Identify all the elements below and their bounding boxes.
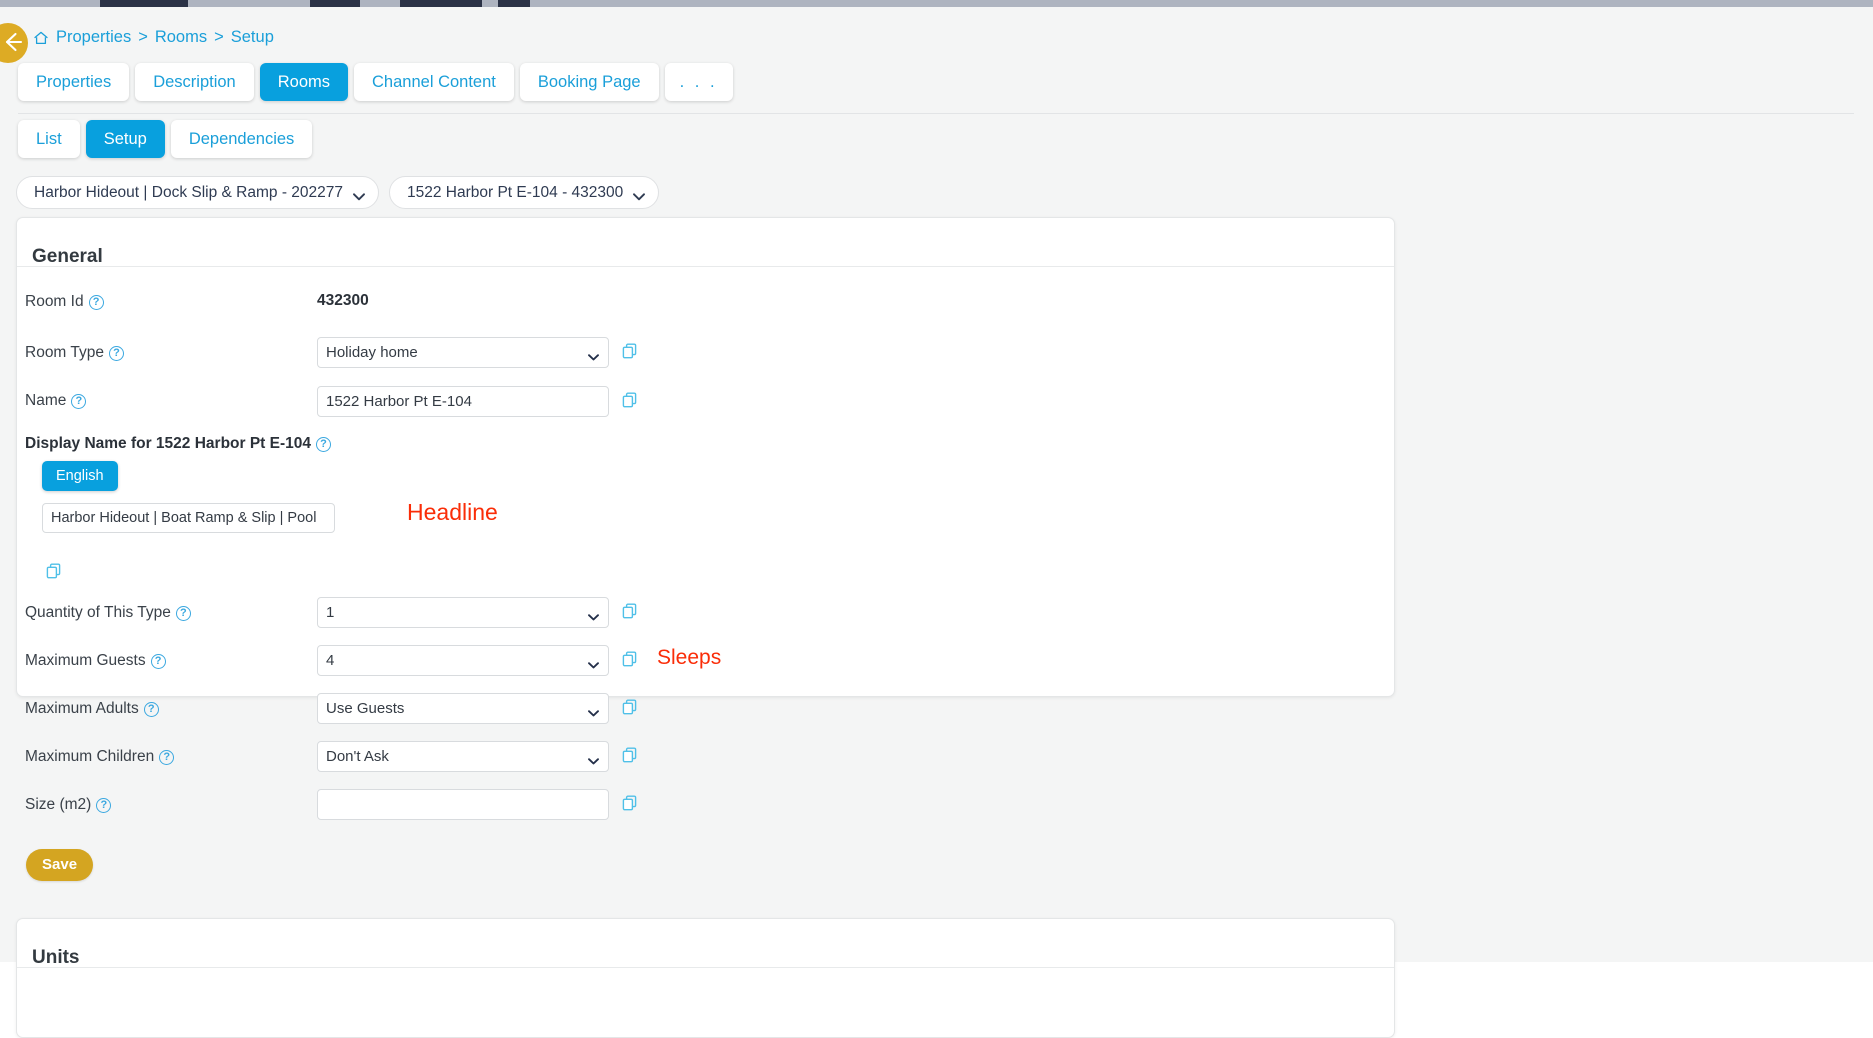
subtab-list[interactable]: List — [18, 120, 80, 158]
tab-more-overflow[interactable]: . . . — [664, 63, 733, 101]
primary-tab-bar: Properties Description Rooms Channel Con… — [18, 63, 733, 101]
arrow-left-icon — [5, 32, 23, 52]
max-children-select[interactable]: Don't Ask — [317, 741, 609, 772]
question-circle-icon[interactable]: ? — [143, 701, 159, 717]
subtab-dependencies[interactable]: Dependencies — [170, 120, 313, 158]
tab-description[interactable]: Description — [135, 63, 254, 101]
tab-channel-content[interactable]: Channel Content — [354, 63, 514, 101]
question-circle-icon[interactable]: ? — [175, 605, 191, 621]
display-name-label: Display Name for 1522 Harbor Pt E-104 ? — [25, 435, 332, 453]
tab-bar-divider — [18, 113, 1854, 114]
breadcrumb-item-properties[interactable]: Properties — [56, 28, 131, 47]
max-children-label-text: Maximum Children — [25, 748, 155, 765]
max-adults-label: Maximum Adults ? — [25, 700, 159, 718]
copy-icon[interactable] — [622, 343, 638, 359]
name-input[interactable] — [317, 386, 609, 417]
panel-header-divider — [17, 266, 1394, 267]
room-id-label-text: Room Id — [25, 293, 84, 310]
headline-annotation: Headline — [407, 499, 498, 525]
language-tab-english[interactable]: English — [42, 461, 118, 491]
quantity-select[interactable]: 1 — [317, 597, 609, 628]
secondary-tab-bar: List Setup Dependencies — [18, 120, 313, 158]
breadcrumb-separator: > — [214, 28, 224, 46]
room-type-select[interactable]: Holiday home — [317, 337, 609, 368]
question-circle-icon[interactable]: ? — [96, 797, 112, 813]
size-label-text: Size (m2) — [25, 796, 92, 813]
room-type-label: Room Type ? — [25, 344, 124, 362]
tab-rooms[interactable]: Rooms — [259, 63, 349, 101]
room-id-value: 432300 — [317, 292, 369, 309]
copy-icon[interactable] — [622, 699, 638, 715]
room-selector[interactable]: 1522 Harbor Pt E-104 - 432300 — [389, 176, 659, 209]
context-selector-row: Harbor Hideout | Dock Slip & Ramp - 2022… — [16, 176, 659, 209]
browser-tab-fragment — [498, 0, 530, 7]
display-name-label-text: Display Name for 1522 Harbor Pt E-104 — [25, 435, 312, 452]
general-panel-title: General — [32, 245, 103, 267]
max-guests-label: Maximum Guests ? — [25, 652, 166, 670]
subtab-setup[interactable]: Setup — [85, 120, 165, 158]
breadcrumb-item-rooms[interactable]: Rooms — [155, 28, 207, 47]
breadcrumb-item-setup[interactable]: Setup — [231, 28, 274, 47]
room-id-label: Room Id ? — [25, 293, 104, 311]
browser-tab-fragment — [400, 0, 482, 7]
tab-properties[interactable]: Properties — [18, 63, 130, 101]
copy-icon[interactable] — [622, 747, 638, 763]
question-circle-icon[interactable]: ? — [71, 393, 87, 409]
units-panel: Units — [16, 918, 1395, 1038]
size-input[interactable] — [317, 789, 609, 820]
browser-tab-fragment — [310, 0, 360, 7]
sleeps-annotation: Sleeps — [657, 646, 722, 669]
display-name-input[interactable] — [42, 503, 335, 533]
browser-tab-fragment — [100, 0, 188, 7]
copy-icon[interactable] — [622, 795, 638, 811]
panel-header-divider — [17, 967, 1394, 968]
home-icon[interactable] — [33, 30, 49, 46]
save-button[interactable]: Save — [26, 849, 94, 881]
name-label-text: Name — [25, 392, 67, 409]
size-label: Size (m2) ? — [25, 796, 112, 814]
room-type-label-text: Room Type — [25, 344, 104, 361]
browser-chrome-strip — [0, 0, 1873, 7]
max-adults-select[interactable]: Use Guests — [317, 693, 609, 724]
general-panel: General Room Id ? 432300 Room Type ? Hol… — [16, 217, 1395, 881]
copy-icon[interactable] — [622, 392, 638, 408]
quantity-label-text: Quantity of This Type — [25, 604, 171, 621]
page-canvas: Properties > Rooms > Setup Properties De… — [0, 7, 1873, 1038]
question-circle-icon[interactable]: ? — [108, 345, 124, 361]
quantity-label: Quantity of This Type ? — [25, 604, 191, 622]
max-children-label: Maximum Children ? — [25, 748, 175, 766]
question-circle-icon[interactable]: ? — [316, 436, 332, 452]
property-selector[interactable]: Harbor Hideout | Dock Slip & Ramp - 2022… — [16, 176, 379, 209]
question-circle-icon[interactable]: ? — [150, 653, 166, 669]
max-adults-label-text: Maximum Adults — [25, 700, 139, 717]
breadcrumb-separator: > — [138, 28, 148, 46]
max-guests-select[interactable]: 4 — [317, 645, 609, 676]
name-label: Name ? — [25, 392, 87, 410]
question-circle-icon[interactable]: ? — [159, 749, 175, 765]
units-panel-title: Units — [32, 946, 80, 968]
copy-icon[interactable] — [46, 563, 62, 579]
breadcrumb: Properties > Rooms > Setup — [33, 28, 274, 47]
copy-icon[interactable] — [622, 651, 638, 667]
back-button[interactable] — [0, 23, 28, 63]
copy-icon[interactable] — [622, 603, 638, 619]
max-guests-label-text: Maximum Guests — [25, 652, 146, 669]
question-circle-icon[interactable]: ? — [88, 294, 104, 310]
tab-booking-page[interactable]: Booking Page — [519, 63, 659, 101]
